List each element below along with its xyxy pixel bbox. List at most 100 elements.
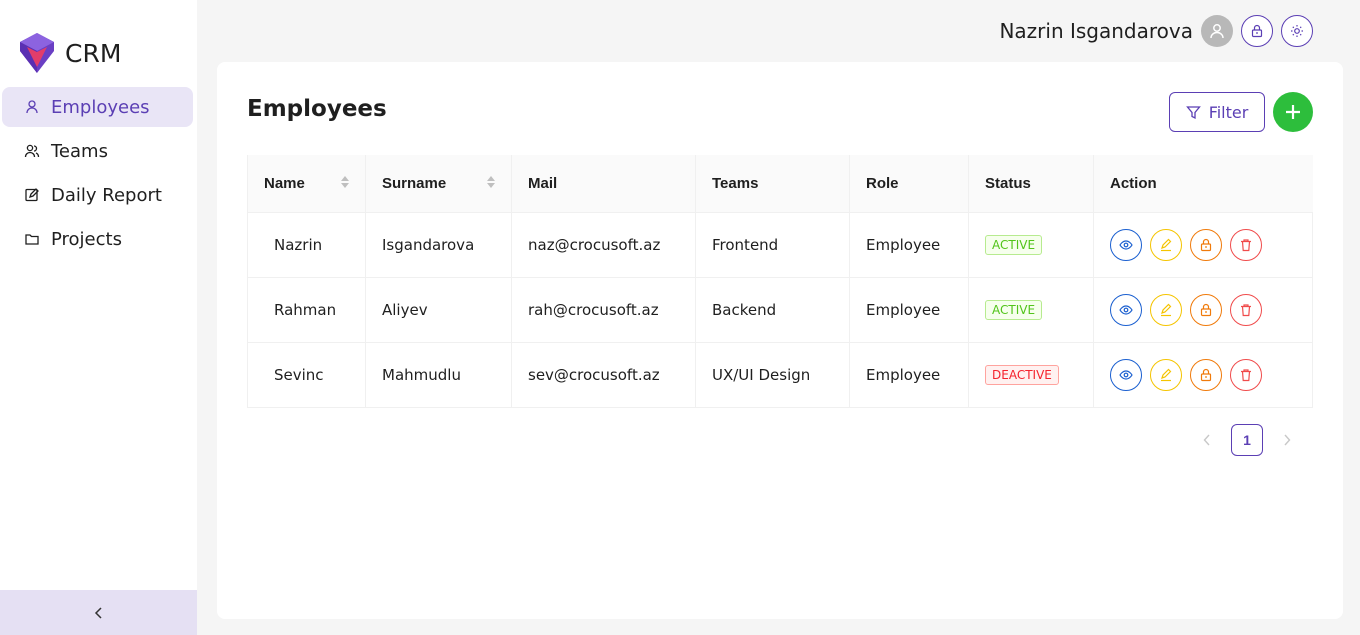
- prev-page-button[interactable]: [1199, 432, 1215, 448]
- sidebar-item-label: Teams: [51, 140, 108, 162]
- chevron-left-icon: [94, 606, 102, 619]
- pencil-icon: [1159, 303, 1173, 317]
- table-row: Nazrin Isgandarova naz@crocusoft.az Fronten…: [247, 212, 1313, 278]
- lock-user-button[interactable]: [1190, 358, 1222, 391]
- edit-button[interactable]: [1150, 293, 1182, 326]
- status-badge: ACTIVE: [985, 299, 1043, 320]
- sidebar-item-label: Projects: [51, 228, 122, 250]
- folder-icon: [24, 231, 40, 247]
- view-button[interactable]: [1110, 228, 1142, 261]
- sidebar-item-label: Daily Report: [51, 184, 162, 206]
- user-name: Nazrin Isgandarova: [999, 19, 1193, 43]
- status-badge: DEACTIVE: [985, 364, 1059, 385]
- column-header-status: Status: [968, 155, 1094, 213]
- cell-name: Rahman: [247, 277, 366, 343]
- pagination: 1: [1199, 424, 1295, 456]
- lock-user-button[interactable]: [1190, 293, 1222, 326]
- delete-button[interactable]: [1230, 358, 1262, 391]
- cell-mail: sev@crocusoft.az: [511, 342, 696, 408]
- view-button[interactable]: [1110, 358, 1142, 391]
- cell-actions: [1093, 342, 1313, 408]
- chevron-left-icon: [1203, 434, 1210, 446]
- column-header-name[interactable]: Name: [247, 155, 366, 213]
- cell-status: ACTIVE: [968, 212, 1094, 278]
- column-header-mail: Mail: [511, 155, 696, 213]
- sidebar-item-label: Employees: [51, 96, 150, 118]
- delete-button[interactable]: [1230, 293, 1262, 326]
- cell-surname: Isgandarova: [365, 212, 512, 278]
- add-employee-button[interactable]: [1273, 92, 1313, 132]
- status-badge: ACTIVE: [985, 234, 1043, 255]
- row-actions: [1110, 228, 1312, 261]
- lock-user-button[interactable]: [1190, 228, 1222, 261]
- column-label: Name: [264, 174, 305, 192]
- sort-icon: [341, 176, 349, 188]
- cell-team: UX/UI Design: [695, 342, 850, 408]
- table-row: Rahman Aliyev rah@crocusoft.az Backend Emplo…: [247, 277, 1313, 343]
- pencil-icon: [1159, 238, 1173, 252]
- edit-button[interactable]: [1150, 358, 1182, 391]
- sidebar-item-projects[interactable]: Projects: [2, 219, 193, 259]
- user-avatar-icon: [1210, 24, 1224, 39]
- cell-role: Employee: [849, 342, 969, 408]
- cell-surname: Aliyev: [365, 277, 512, 343]
- trash-icon: [1239, 238, 1253, 252]
- crm-logo-icon: [20, 33, 54, 73]
- users-icon: [24, 143, 40, 159]
- cell-mail: rah@crocusoft.az: [511, 277, 696, 343]
- lock-button[interactable]: [1241, 15, 1273, 47]
- cell-actions: [1093, 212, 1313, 278]
- column-header-action: Action: [1093, 155, 1313, 213]
- eye-icon: [1119, 238, 1133, 252]
- column-header-teams: Teams: [695, 155, 850, 213]
- row-actions: [1110, 293, 1312, 326]
- trash-icon: [1239, 368, 1253, 382]
- brand-name: CRM: [65, 38, 122, 68]
- avatar[interactable]: [1201, 15, 1233, 47]
- sidebar-item-employees[interactable]: Employees: [2, 87, 193, 127]
- cell-name: Sevinc: [247, 342, 366, 408]
- filter-label: Filter: [1208, 102, 1249, 122]
- cell-role: Employee: [849, 212, 969, 278]
- sidebar: CRM Employees Teams Daily Report Project…: [0, 0, 197, 635]
- edit-button[interactable]: [1150, 228, 1182, 261]
- page-title: Employees: [247, 96, 387, 122]
- filter-button[interactable]: Filter: [1169, 92, 1265, 132]
- sidebar-item-teams[interactable]: Teams: [2, 131, 193, 171]
- employees-table: Name Surname Mail Teams Role Status Acti…: [247, 155, 1313, 408]
- cell-name: Nazrin: [247, 212, 366, 278]
- page-number[interactable]: 1: [1231, 424, 1263, 456]
- chevron-right-icon: [1284, 434, 1291, 446]
- cell-role: Employee: [849, 277, 969, 343]
- row-actions: [1110, 358, 1312, 391]
- lock-icon: [1199, 368, 1213, 382]
- eye-icon: [1119, 368, 1133, 382]
- column-label: Surname: [382, 174, 447, 192]
- table-row: Sevinc Mahmudlu sev@crocusoft.az UX/UI Desi…: [247, 342, 1313, 408]
- cell-status: DEACTIVE: [968, 342, 1094, 408]
- cell-team: Backend: [695, 277, 850, 343]
- sun-icon: [1291, 25, 1303, 37]
- view-button[interactable]: [1110, 293, 1142, 326]
- plus-icon: [1286, 105, 1300, 119]
- eye-icon: [1119, 303, 1133, 317]
- delete-button[interactable]: [1230, 228, 1262, 261]
- sidebar-collapse-button[interactable]: [0, 590, 197, 635]
- main-card: Employees Filter Name Surname Mail Teams…: [217, 62, 1343, 619]
- column-header-surname[interactable]: Surname: [365, 155, 512, 213]
- column-header-role: Role: [849, 155, 969, 213]
- user-icon: [24, 99, 40, 115]
- sidebar-nav: Employees Teams Daily Report Projects: [0, 87, 197, 263]
- sidebar-item-daily-report[interactable]: Daily Report: [2, 175, 193, 215]
- cell-actions: [1093, 277, 1313, 343]
- next-page-button[interactable]: [1279, 432, 1295, 448]
- cell-surname: Mahmudlu: [365, 342, 512, 408]
- cell-status: ACTIVE: [968, 277, 1094, 343]
- sort-icon: [487, 176, 495, 188]
- edit-report-icon: [24, 187, 40, 203]
- logo[interactable]: CRM: [17, 31, 121, 75]
- theme-toggle-button[interactable]: [1281, 15, 1313, 47]
- table-header-row: Name Surname Mail Teams Role Status Acti…: [247, 155, 1313, 213]
- lock-icon: [1251, 24, 1263, 38]
- top-header: Nazrin Isgandarova: [197, 0, 1360, 62]
